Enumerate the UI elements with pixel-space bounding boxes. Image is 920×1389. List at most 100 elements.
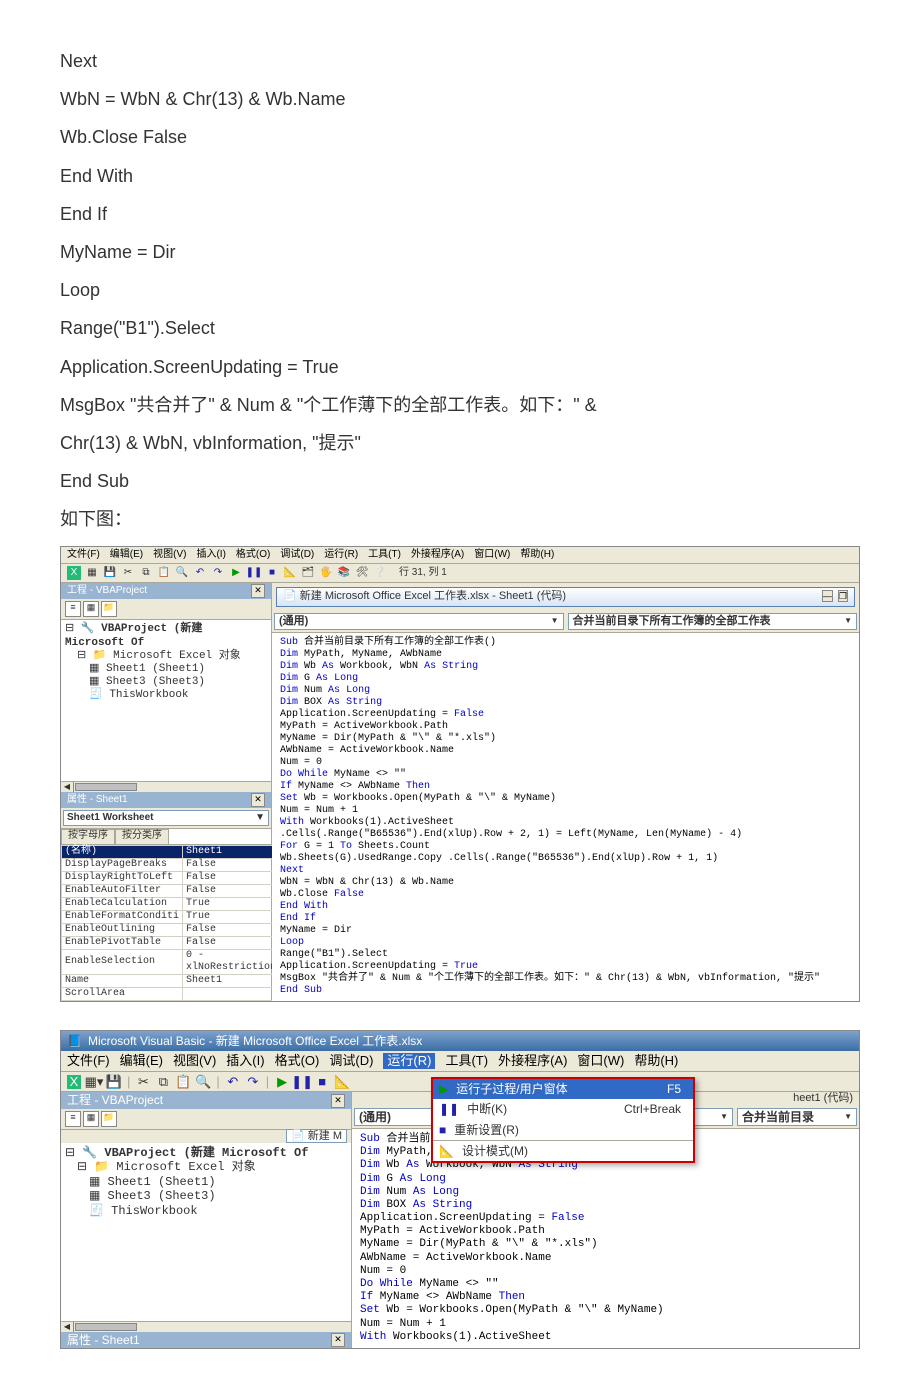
procedure-dropdown[interactable]: 合并当前目录下所有工作簿的全部工作表 xyxy=(568,613,858,630)
code-line: Wb.Close False xyxy=(60,120,860,154)
excel-icon[interactable]: X xyxy=(67,1075,81,1089)
cursor-position: 行 31, 列 1 xyxy=(399,567,447,579)
reset-icon: ■ xyxy=(439,1123,446,1137)
menu-item[interactable]: 窗口(W) xyxy=(474,549,510,561)
scrollbar[interactable]: ◀ xyxy=(61,781,271,792)
menu-item[interactable]: 工具(T) xyxy=(445,1053,488,1069)
run-icon: ▶ xyxy=(439,1082,448,1096)
app-icon: 📘 xyxy=(67,1034,82,1048)
view-code-icon[interactable]: ≡ xyxy=(65,1111,81,1127)
menu-item[interactable]: 帮助(H) xyxy=(634,1053,678,1069)
menu-item[interactable]: 工具(T) xyxy=(368,549,401,561)
paste-icon[interactable]: 📋 xyxy=(176,1075,190,1089)
copy-icon[interactable]: ⧉ xyxy=(139,566,153,580)
menu-item[interactable]: 插入(I) xyxy=(226,1053,264,1069)
close-icon[interactable]: ✕ xyxy=(251,584,265,598)
code-line: Range("B1").Select xyxy=(60,311,860,345)
undo-icon[interactable]: ↶ xyxy=(193,566,207,580)
project-panel-title: 工程 - VBAProject ✕ xyxy=(61,1092,351,1108)
menu-item[interactable]: 格式(O) xyxy=(275,1053,320,1069)
cut-icon[interactable]: ✂ xyxy=(121,566,135,580)
project-tree[interactable]: ⊟ 🔧 VBAProject (新建 Microsoft Of ⊟ 📁 Micr… xyxy=(61,620,271,780)
tab-alphabetic[interactable]: 按字母序 xyxy=(61,829,115,844)
cut-icon[interactable]: ✂ xyxy=(136,1075,150,1089)
project-toolbar: ≡ ▦ 📁 xyxy=(61,599,271,620)
find-icon[interactable]: 🔍 xyxy=(196,1075,210,1089)
run-menu-item-run[interactable]: ▶ 运行子过程/用户窗体 F5 xyxy=(433,1079,693,1099)
tab-categorized[interactable]: 按分类序 xyxy=(115,829,169,844)
menu-item[interactable]: 文件(F) xyxy=(67,549,100,561)
redo-icon[interactable]: ↷ xyxy=(211,566,225,580)
properties-object-dropdown[interactable]: Sheet1 Worksheet▼ xyxy=(63,810,269,826)
save-icon[interactable]: 💾 xyxy=(107,1075,121,1089)
menubar: 文件(F) 编辑(E) 视图(V) 插入(I) 格式(O) 调试(D) 运行(R… xyxy=(61,1051,859,1072)
insert-icon[interactable]: ▦ xyxy=(85,566,99,580)
design-icon: 📐 xyxy=(439,1144,454,1158)
design-icon[interactable]: 📐 xyxy=(335,1075,349,1089)
project-tree[interactable]: ⊟ 🔧 VBAProject (新建 Microsoft Of ⊟ 📁 Micr… xyxy=(61,1143,351,1321)
project-toolbar: ≡ ▦ 📁 xyxy=(61,1109,351,1130)
design-icon[interactable]: 📐 xyxy=(283,566,297,580)
close-icon[interactable]: ✕ xyxy=(331,1094,345,1108)
vba-ide-screenshot-2: 📘 Microsoft Visual Basic - 新建 Microsoft … xyxy=(60,1030,860,1349)
toggle-folders-icon[interactable]: 📁 xyxy=(101,601,117,617)
run-icon[interactable]: ▶ xyxy=(229,566,243,580)
view-object-icon[interactable]: ▦ xyxy=(83,601,99,617)
minimize-icon[interactable]: — xyxy=(822,590,833,602)
code-window-tab-hint: 📄 新建 M xyxy=(61,1130,351,1143)
menu-item[interactable]: 格式(O) xyxy=(236,549,270,561)
redo-icon[interactable]: ↷ xyxy=(246,1075,260,1089)
properties-grid[interactable]: 按字母序 按分类序 (名称)Sheet1 DisplayPageBreaksFa… xyxy=(61,828,271,1001)
code-line: WbN = WbN & Chr(13) & Wb.Name xyxy=(60,82,860,116)
find-icon[interactable]: 🔍 xyxy=(175,566,189,580)
toolbox-icon[interactable]: 🛠 xyxy=(355,566,369,580)
object-browser-icon[interactable]: 📚 xyxy=(337,566,351,580)
menu-item[interactable]: 文件(F) xyxy=(67,1053,110,1069)
properties-icon[interactable]: 🖐 xyxy=(319,566,333,580)
run-icon[interactable]: ▶ xyxy=(275,1075,289,1089)
menu-item[interactable]: 调试(D) xyxy=(329,1053,373,1069)
paste-icon[interactable]: 📋 xyxy=(157,566,171,580)
menu-item[interactable]: 编辑(E) xyxy=(110,549,143,561)
menu-item[interactable]: 运行(R) xyxy=(383,1053,435,1069)
close-icon[interactable]: ✕ xyxy=(251,793,265,807)
caption: 如下图： xyxy=(60,502,860,536)
reset-icon[interactable]: ■ xyxy=(315,1075,329,1089)
excel-icon[interactable]: X xyxy=(67,566,81,580)
break-icon[interactable]: ❚❚ xyxy=(295,1075,309,1089)
scrollbar[interactable]: ◀ xyxy=(61,1321,351,1332)
object-dropdown[interactable]: (通用) xyxy=(274,613,564,630)
project-explorer-icon[interactable]: 🗂 xyxy=(301,566,315,580)
undo-icon[interactable]: ↶ xyxy=(226,1075,240,1089)
view-object-icon[interactable]: ▦ xyxy=(83,1111,99,1127)
run-menu-item-design[interactable]: 📐 设计模式(M) xyxy=(433,1140,693,1161)
menu-item[interactable]: 运行(R) xyxy=(324,549,358,561)
copy-icon[interactable]: ⧉ xyxy=(156,1075,170,1089)
run-menu-item-break[interactable]: ❚❚ 中断(K) Ctrl+Break xyxy=(433,1099,693,1119)
code-line: Chr(13) & WbN, vbInformation, "提示" xyxy=(60,426,860,460)
menu-item[interactable]: 调试(D) xyxy=(280,549,314,561)
menu-item[interactable]: 外接程序(A) xyxy=(498,1053,567,1069)
menu-item[interactable]: 编辑(E) xyxy=(120,1053,163,1069)
code-editor[interactable]: Sub 合并当前目录下所有工作簿的全部工作表() Dim MyPath, MyN… xyxy=(272,633,859,1001)
code-line: Loop xyxy=(60,273,860,307)
menu-item[interactable]: 帮助(H) xyxy=(520,549,554,561)
toggle-folders-icon[interactable]: 📁 xyxy=(101,1111,117,1127)
menu-item[interactable]: 视图(V) xyxy=(173,1053,216,1069)
view-code-icon[interactable]: ≡ xyxy=(65,601,81,617)
code-line: Next xyxy=(60,44,860,78)
break-icon[interactable]: ❚❚ xyxy=(247,566,261,580)
menu-item[interactable]: 窗口(W) xyxy=(577,1053,624,1069)
menu-item[interactable]: 插入(I) xyxy=(196,549,225,561)
run-menu-dropdown: ▶ 运行子过程/用户窗体 F5 ❚❚ 中断(K) Ctrl+Break ■ 重新… xyxy=(431,1077,695,1164)
menu-item[interactable]: 外接程序(A) xyxy=(411,549,464,561)
run-menu-item-reset[interactable]: ■ 重新设置(R) xyxy=(433,1120,693,1140)
insert-icon[interactable]: ▦▾ xyxy=(87,1075,101,1089)
menu-item[interactable]: 视图(V) xyxy=(153,549,186,561)
close-icon[interactable]: ✕ xyxy=(331,1333,345,1347)
reset-icon[interactable]: ■ xyxy=(265,566,279,580)
maximize-icon[interactable]: ❐ xyxy=(838,590,848,602)
procedure-dropdown[interactable]: 合并当前目录 xyxy=(737,1108,857,1126)
save-icon[interactable]: 💾 xyxy=(103,566,117,580)
help-icon[interactable]: ❔ xyxy=(373,566,387,580)
